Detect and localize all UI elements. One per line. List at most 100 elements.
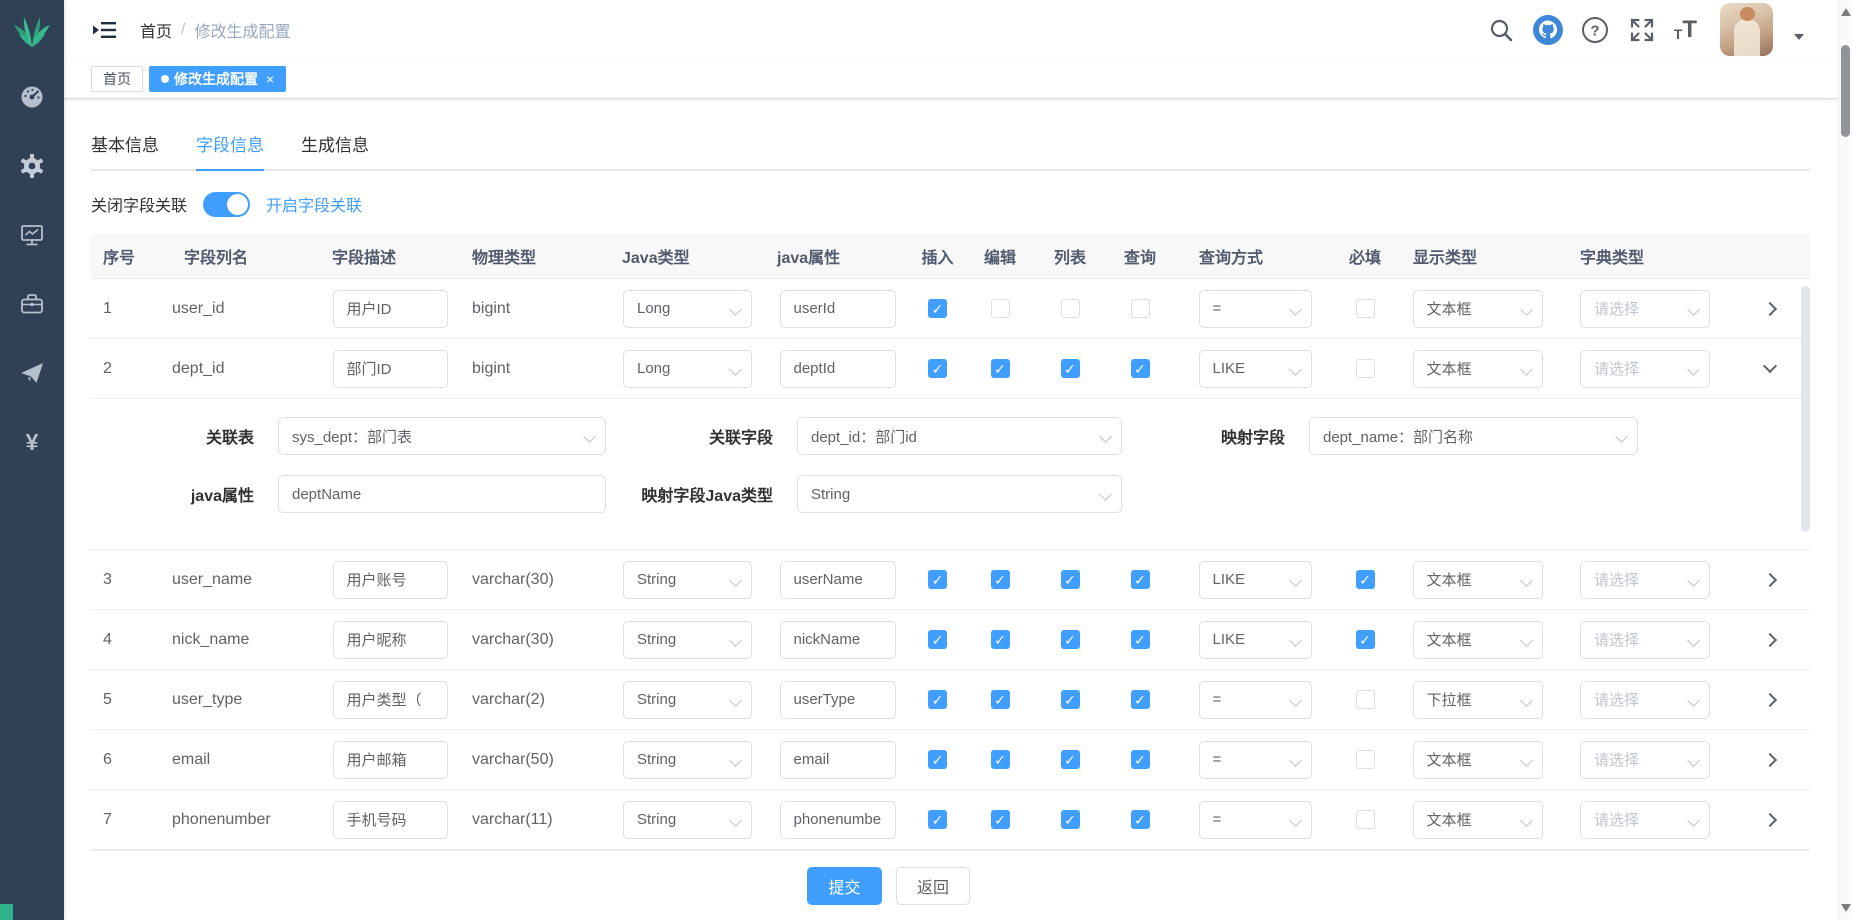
- insert-checkbox[interactable]: [928, 690, 947, 709]
- list-checkbox[interactable]: [1061, 359, 1080, 378]
- insert-checkbox[interactable]: [928, 359, 947, 378]
- mapping-field-select[interactable]: dept_name：部门名称: [1309, 417, 1638, 455]
- expand-row-icon[interactable]: [1763, 301, 1777, 315]
- table-scrollbar-thumb[interactable]: [1801, 286, 1810, 532]
- column-desc-input[interactable]: [333, 801, 448, 839]
- font-size-button[interactable]: TT: [1674, 19, 1697, 41]
- page-scrollbar[interactable]: [1838, 0, 1852, 920]
- required-checkbox[interactable]: [1356, 750, 1375, 769]
- column-desc-input[interactable]: [333, 741, 448, 779]
- dict-type-select[interactable]: 请选择: [1580, 681, 1710, 719]
- java-field-input[interactable]: [780, 290, 896, 328]
- sidebar-item-monitor[interactable]: [19, 222, 45, 248]
- scroll-up-arrow-icon[interactable]: [1841, 8, 1851, 16]
- query-type-select[interactable]: =: [1199, 741, 1312, 779]
- relation-table-select[interactable]: sys_dept：部门表: [278, 417, 606, 455]
- dict-type-select[interactable]: 请选择: [1580, 561, 1710, 599]
- tab-field-info[interactable]: 字段信息: [196, 136, 264, 169]
- required-checkbox[interactable]: [1356, 690, 1375, 709]
- column-desc-input[interactable]: [333, 290, 448, 328]
- expand-row-icon[interactable]: [1763, 632, 1777, 646]
- edit-checkbox[interactable]: [991, 570, 1010, 589]
- query-type-select[interactable]: =: [1199, 681, 1312, 719]
- java-type-select[interactable]: String: [623, 801, 752, 839]
- page-scrollbar-thumb[interactable]: [1841, 45, 1850, 137]
- query-checkbox[interactable]: [1131, 299, 1150, 318]
- required-checkbox[interactable]: [1356, 810, 1375, 829]
- user-menu-caret-icon[interactable]: [1794, 34, 1804, 40]
- query-checkbox[interactable]: [1131, 359, 1150, 378]
- help-doc-button[interactable]: ?: [1580, 15, 1610, 45]
- list-checkbox[interactable]: [1061, 690, 1080, 709]
- dict-type-select[interactable]: 请选择: [1580, 621, 1710, 659]
- dict-type-select[interactable]: 请选择: [1580, 290, 1710, 328]
- insert-checkbox[interactable]: [928, 299, 947, 318]
- edit-checkbox[interactable]: [991, 810, 1010, 829]
- relation-field-select[interactable]: dept_id：部门id: [797, 417, 1122, 455]
- expand-row-icon[interactable]: [1763, 812, 1777, 826]
- edit-checkbox[interactable]: [991, 299, 1010, 318]
- submit-button[interactable]: 提交: [807, 867, 882, 905]
- java-type-select[interactable]: String: [623, 741, 752, 779]
- html-type-select[interactable]: 下拉框: [1413, 681, 1543, 719]
- list-checkbox[interactable]: [1061, 750, 1080, 769]
- sidebar-item-tool[interactable]: [19, 291, 45, 317]
- fullscreen-button[interactable]: [1627, 15, 1657, 45]
- java-field-input[interactable]: [780, 801, 896, 839]
- expand-row-icon[interactable]: [1763, 692, 1777, 706]
- html-type-select[interactable]: 文本框: [1413, 621, 1543, 659]
- header-search-button[interactable]: [1486, 15, 1516, 45]
- tag-home[interactable]: 首页: [91, 66, 143, 92]
- java-field-input[interactable]: [780, 561, 896, 599]
- java-type-select[interactable]: Long: [623, 290, 752, 328]
- tag-active-gen-config[interactable]: 修改生成配置 ×: [149, 66, 286, 92]
- query-type-select[interactable]: =: [1199, 290, 1312, 328]
- query-checkbox[interactable]: [1131, 630, 1150, 649]
- user-avatar[interactable]: [1720, 3, 1773, 56]
- edit-checkbox[interactable]: [991, 750, 1010, 769]
- app-logo[interactable]: [0, 0, 64, 64]
- query-type-select[interactable]: LIKE: [1199, 561, 1312, 599]
- required-checkbox[interactable]: [1356, 359, 1375, 378]
- required-checkbox[interactable]: [1356, 570, 1375, 589]
- expand-row-icon[interactable]: [1763, 572, 1777, 586]
- html-type-select[interactable]: 文本框: [1413, 350, 1543, 388]
- scroll-down-arrow-icon[interactable]: [1841, 904, 1851, 912]
- column-desc-input[interactable]: [333, 681, 448, 719]
- java-field-input[interactable]: [780, 621, 896, 659]
- html-type-select[interactable]: 文本框: [1413, 290, 1543, 328]
- query-type-select[interactable]: LIKE: [1199, 621, 1312, 659]
- panel-java-field-input[interactable]: [278, 475, 606, 513]
- breadcrumb-home[interactable]: 首页: [140, 18, 172, 42]
- sidebar-item-system[interactable]: [19, 153, 45, 179]
- query-checkbox[interactable]: [1131, 570, 1150, 589]
- sidebar-item-guide[interactable]: [19, 360, 45, 386]
- edit-checkbox[interactable]: [991, 630, 1010, 649]
- dict-type-select[interactable]: 请选择: [1580, 350, 1710, 388]
- insert-checkbox[interactable]: [928, 810, 947, 829]
- sidebar-item-dashboard[interactable]: [19, 84, 45, 110]
- column-desc-input[interactable]: [333, 621, 448, 659]
- required-checkbox[interactable]: [1356, 630, 1375, 649]
- java-type-select[interactable]: String: [623, 621, 752, 659]
- github-link-button[interactable]: [1533, 15, 1563, 45]
- html-type-select[interactable]: 文本框: [1413, 801, 1543, 839]
- list-checkbox[interactable]: [1061, 570, 1080, 589]
- column-desc-input[interactable]: [333, 561, 448, 599]
- java-field-input[interactable]: [780, 350, 896, 388]
- required-checkbox[interactable]: [1356, 299, 1375, 318]
- java-type-select[interactable]: String: [623, 681, 752, 719]
- tab-gen-info[interactable]: 生成信息: [301, 136, 369, 169]
- list-checkbox[interactable]: [1061, 810, 1080, 829]
- field-relation-toggle[interactable]: [203, 192, 250, 217]
- dict-type-select[interactable]: 请选择: [1580, 741, 1710, 779]
- back-button[interactable]: 返回: [896, 867, 970, 905]
- column-desc-input[interactable]: [333, 350, 448, 388]
- java-type-select[interactable]: Long: [623, 350, 752, 388]
- java-field-input[interactable]: [780, 681, 896, 719]
- dict-type-select[interactable]: 请选择: [1580, 801, 1710, 839]
- edit-checkbox[interactable]: [991, 359, 1010, 378]
- edit-checkbox[interactable]: [991, 690, 1010, 709]
- query-checkbox[interactable]: [1131, 750, 1150, 769]
- insert-checkbox[interactable]: [928, 630, 947, 649]
